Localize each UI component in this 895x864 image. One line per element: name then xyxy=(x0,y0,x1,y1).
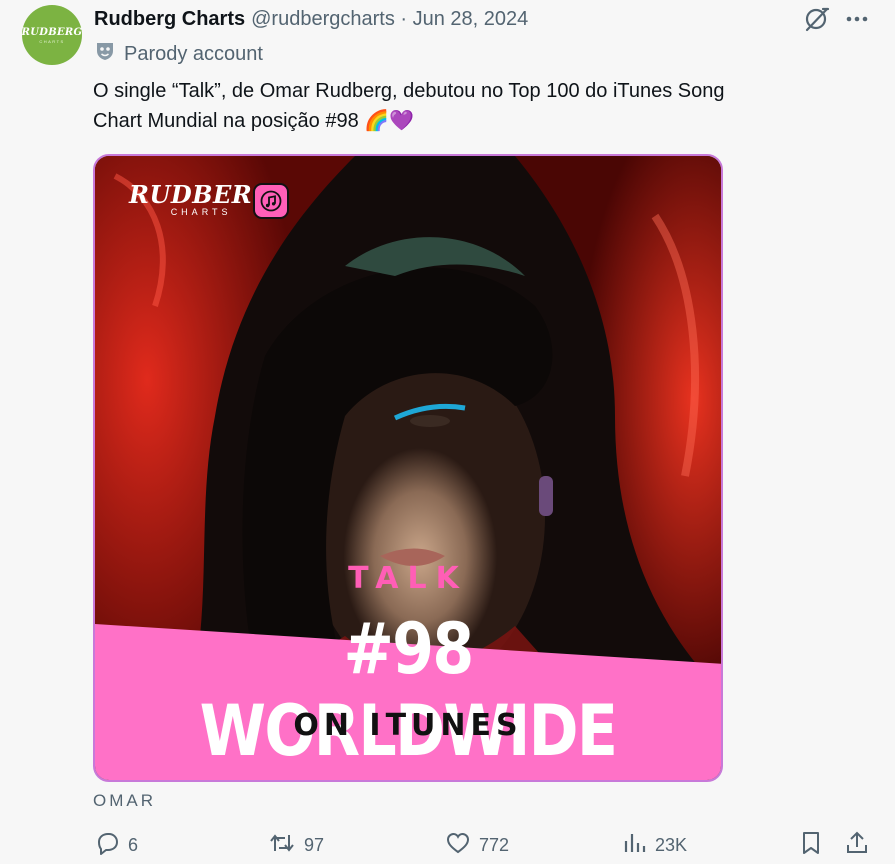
reply-count: 6 xyxy=(128,835,139,855)
tweet-text-line-2: Chart Mundial na posição #98 🌈💜 xyxy=(93,110,415,132)
song-title: TALK xyxy=(348,561,468,596)
repost-icon xyxy=(268,830,304,861)
logo-text: RUDBERG xyxy=(129,180,274,209)
display-name[interactable]: Rudberg Charts xyxy=(94,8,245,31)
tweet-text-line-1: O single “Talk”, de Omar Rudberg, debuto… xyxy=(93,80,725,102)
bookmark-icon xyxy=(799,830,831,861)
repost-count: 97 xyxy=(304,835,325,855)
media-caption: OMAR xyxy=(93,791,156,810)
parody-mask-icon xyxy=(94,40,124,68)
grok-icon[interactable] xyxy=(803,6,831,32)
share-button[interactable] xyxy=(845,830,877,861)
chart-position: #98 WORLDWIDE xyxy=(199,608,618,772)
repost-button[interactable]: 97 xyxy=(268,830,324,861)
avatar-logo-subtext: CHARTS xyxy=(39,38,65,44)
share-icon xyxy=(845,830,877,861)
parody-label: Parody account xyxy=(94,40,263,68)
avatar-logo-text: RUDBERG xyxy=(21,26,83,38)
avatar[interactable]: RUDBERG CHARTS xyxy=(22,5,82,65)
tweet-media-image[interactable]: RUDBERG CHARTS TALK #98 WORLDWIDE ON ITU… xyxy=(93,154,723,782)
reply-button[interactable]: 6 xyxy=(94,830,138,861)
action-bar: 6 97 772 23K xyxy=(0,828,895,864)
bookmark-button[interactable] xyxy=(799,830,831,861)
tweet-text: O single “Talk”, de Omar Rudberg, debuto… xyxy=(93,76,853,136)
like-count: 772 xyxy=(479,835,510,855)
views-button[interactable]: 23K xyxy=(623,830,687,861)
handle-and-date[interactable]: @rudbergcharts · Jun 28, 2024 xyxy=(251,8,528,31)
apple-music-icon xyxy=(253,183,289,219)
reply-icon xyxy=(94,830,128,861)
rudberg-charts-logo: RUDBERG CHARTS xyxy=(129,180,273,217)
views-icon xyxy=(623,830,655,861)
platform-label: ON ITUNES xyxy=(293,708,523,743)
tweet-header: Rudberg Charts @rudbergcharts · Jun 28, … xyxy=(94,6,528,32)
like-button[interactable]: 772 xyxy=(445,830,509,861)
like-icon xyxy=(445,830,479,861)
views-count: 23K xyxy=(655,835,688,855)
more-icon[interactable] xyxy=(843,6,871,32)
parody-text: Parody account xyxy=(124,42,263,65)
